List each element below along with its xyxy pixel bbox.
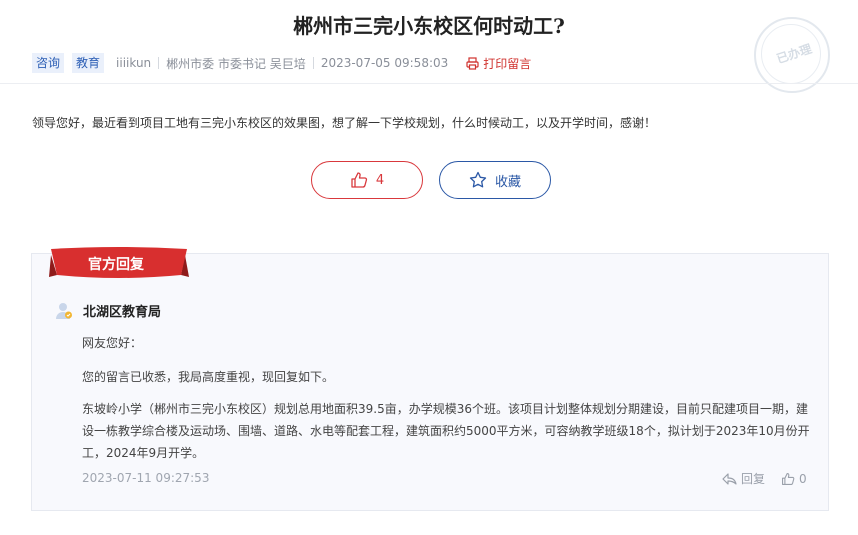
star-icon [469,171,487,188]
favorite-label: 收藏 [494,174,521,190]
print-label: 打印留言 [483,56,532,71]
printer-icon [466,56,479,70]
print-button[interactable]: 打印留言 [466,55,531,72]
reply-paragraph: 东坡岭小学（郴州市三完小东校区）规划总用地面积39.5亩，办学规模36个班。该项… [82,402,810,460]
meta-divider [158,57,160,69]
header-divider [0,83,858,84]
like-count: 4 [375,172,385,188]
thumbs-up-icon [351,172,367,188]
reply-label: 回复 [741,472,766,486]
org-user-icon [56,302,72,319]
meta-divider [312,57,314,69]
reply-like-count: 0 [799,471,807,486]
recipient: 郴州市委 市委书记 吴巨培 [166,56,306,71]
reply-org-name: 北湖区教育局 [83,305,162,320]
reply-org: 北湖区教育局 [55,301,161,320]
reply-greeting: 网友您好： [82,336,143,350]
like-button[interactable]: 4 [311,161,423,199]
reply-icon [722,472,737,485]
status-stamp: 已办理 [754,17,830,93]
tag-category[interactable]: 教育 [72,53,105,73]
reply-time: 2023-07-11 09:27:53 [82,471,210,485]
reply-button[interactable]: 回复 [722,470,765,487]
thumbs-up-icon [782,472,795,485]
message-meta: 咨询 教育 iiiikun 郴州市委 市委书记 吴巨培 2023-07-05 0… [32,52,531,74]
favorite-button[interactable]: 收藏 [439,161,551,199]
message-content: 领导您好，最近看到项目工地有三完小东校区的效果图，想了解一下学校规划，什么时候动… [32,116,657,130]
post-datetime: 2023-07-05 09:58:03 [320,56,449,70]
reply-like-button[interactable]: 0 [781,472,807,486]
author: iiiikun [116,56,152,70]
official-reply-label: 官方回复 [88,257,144,273]
reply-actions: 回复 0 [722,470,807,487]
reply-paragraph: 您的留言已收悉，我局高度重视，现回复如下。 [82,370,335,384]
page-title: 郴州市三完小东校区何时动工? [293,14,565,38]
tag-type[interactable]: 咨询 [32,53,65,73]
